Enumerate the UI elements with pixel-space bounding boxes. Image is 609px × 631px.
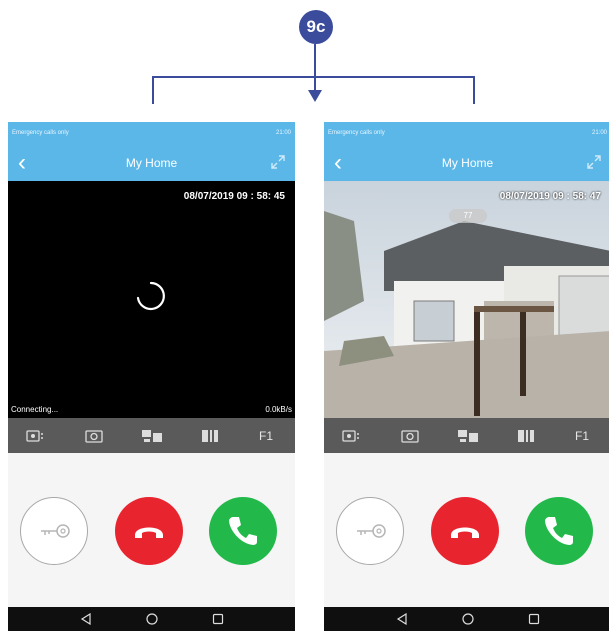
timestamp: 08/07/2019 09 : 58: 45 [183,191,285,202]
status-text: Emergency calls only [12,130,69,136]
intercom-button[interactable] [448,418,488,453]
video-view[interactable]: 08/07/2019 09 : 58: 47 77 [324,181,609,418]
unlock-button[interactable] [190,418,230,453]
loading-spinner-icon [136,281,165,311]
nav-recents-icon[interactable] [212,613,224,625]
snapshot-button[interactable] [74,418,114,453]
phone-screen-live: Emergency calls only 21:00 ‹ My Home 08/… [324,122,609,631]
unlock-key-button[interactable] [336,497,404,565]
phone-icon [545,517,573,545]
intercom-button[interactable] [132,418,172,453]
phone-icon [229,517,257,545]
hangup-icon [451,527,479,538]
key-icon [357,524,386,538]
page-title: My Home [441,156,494,170]
connector-horizontal [152,76,475,78]
key-icon [41,524,70,538]
record-icon [26,429,43,442]
nav-back-icon[interactable] [396,613,408,625]
connector-right-drop [473,76,475,104]
f1-button[interactable]: F1 [562,418,602,453]
connecting-status: Connecting... [11,405,59,414]
record-button[interactable] [16,418,56,453]
step-badge: 9c [299,10,333,44]
timestamp: 08/07/2019 09 : 58: 47 [499,191,601,202]
arrow-down-icon [308,90,322,102]
phone-screen-connecting: Emergency calls only 21:00 ‹ My Home 08/… [8,122,295,631]
app-header: ‹ My Home [324,145,609,181]
connector-left-drop [152,76,154,104]
data-rate: 0.0kB/s [265,405,292,414]
unlock-key-button[interactable] [20,497,88,565]
call-toolbar: F1 [8,418,295,453]
counter-badge: 77 [449,209,487,223]
status-clock: 21:00 [275,130,291,136]
connector-vertical [314,44,316,92]
record-icon [342,429,359,442]
figure: 9c Emergency calls only 21:00 ‹ My Home … [0,0,609,631]
unlock-button[interactable] [506,418,546,453]
hangup-icon [135,527,163,538]
hang-up-button[interactable] [115,497,183,565]
nav-home-icon[interactable] [462,613,474,625]
status-bar: Emergency calls only 21:00 [8,122,295,145]
app-header: ‹ My Home [8,145,295,181]
answer-button[interactable] [209,497,277,565]
f1-label: F1 [574,428,589,443]
answer-button[interactable] [525,497,593,565]
status-bar: Emergency calls only 21:00 [324,122,609,145]
status-text: Emergency calls only [328,130,385,136]
expand-icon[interactable] [271,155,285,169]
unlock-icon [518,429,534,442]
f1-label: F1 [258,428,273,443]
system-nav-bar [8,607,295,631]
nav-back-icon[interactable] [80,613,92,625]
hang-up-button[interactable] [431,497,499,565]
camera-icon [85,429,103,443]
intercom-icon [458,429,478,442]
call-controls [324,453,609,607]
expand-icon[interactable] [587,155,601,169]
status-clock: 21:00 [591,130,607,136]
page-title: My Home [125,156,178,170]
call-toolbar: F1 [324,418,609,453]
snapshot-button[interactable] [390,418,430,453]
record-button[interactable] [332,418,372,453]
unlock-icon [202,429,218,442]
call-controls [8,453,295,607]
camera-icon [401,429,419,443]
nav-home-icon[interactable] [146,613,158,625]
f1-button[interactable]: F1 [246,418,286,453]
video-view[interactable]: 08/07/2019 09 : 58: 45 Connecting... 0.0… [8,181,295,418]
intercom-icon [142,429,162,442]
nav-recents-icon[interactable] [528,613,540,625]
system-nav-bar [324,607,609,631]
